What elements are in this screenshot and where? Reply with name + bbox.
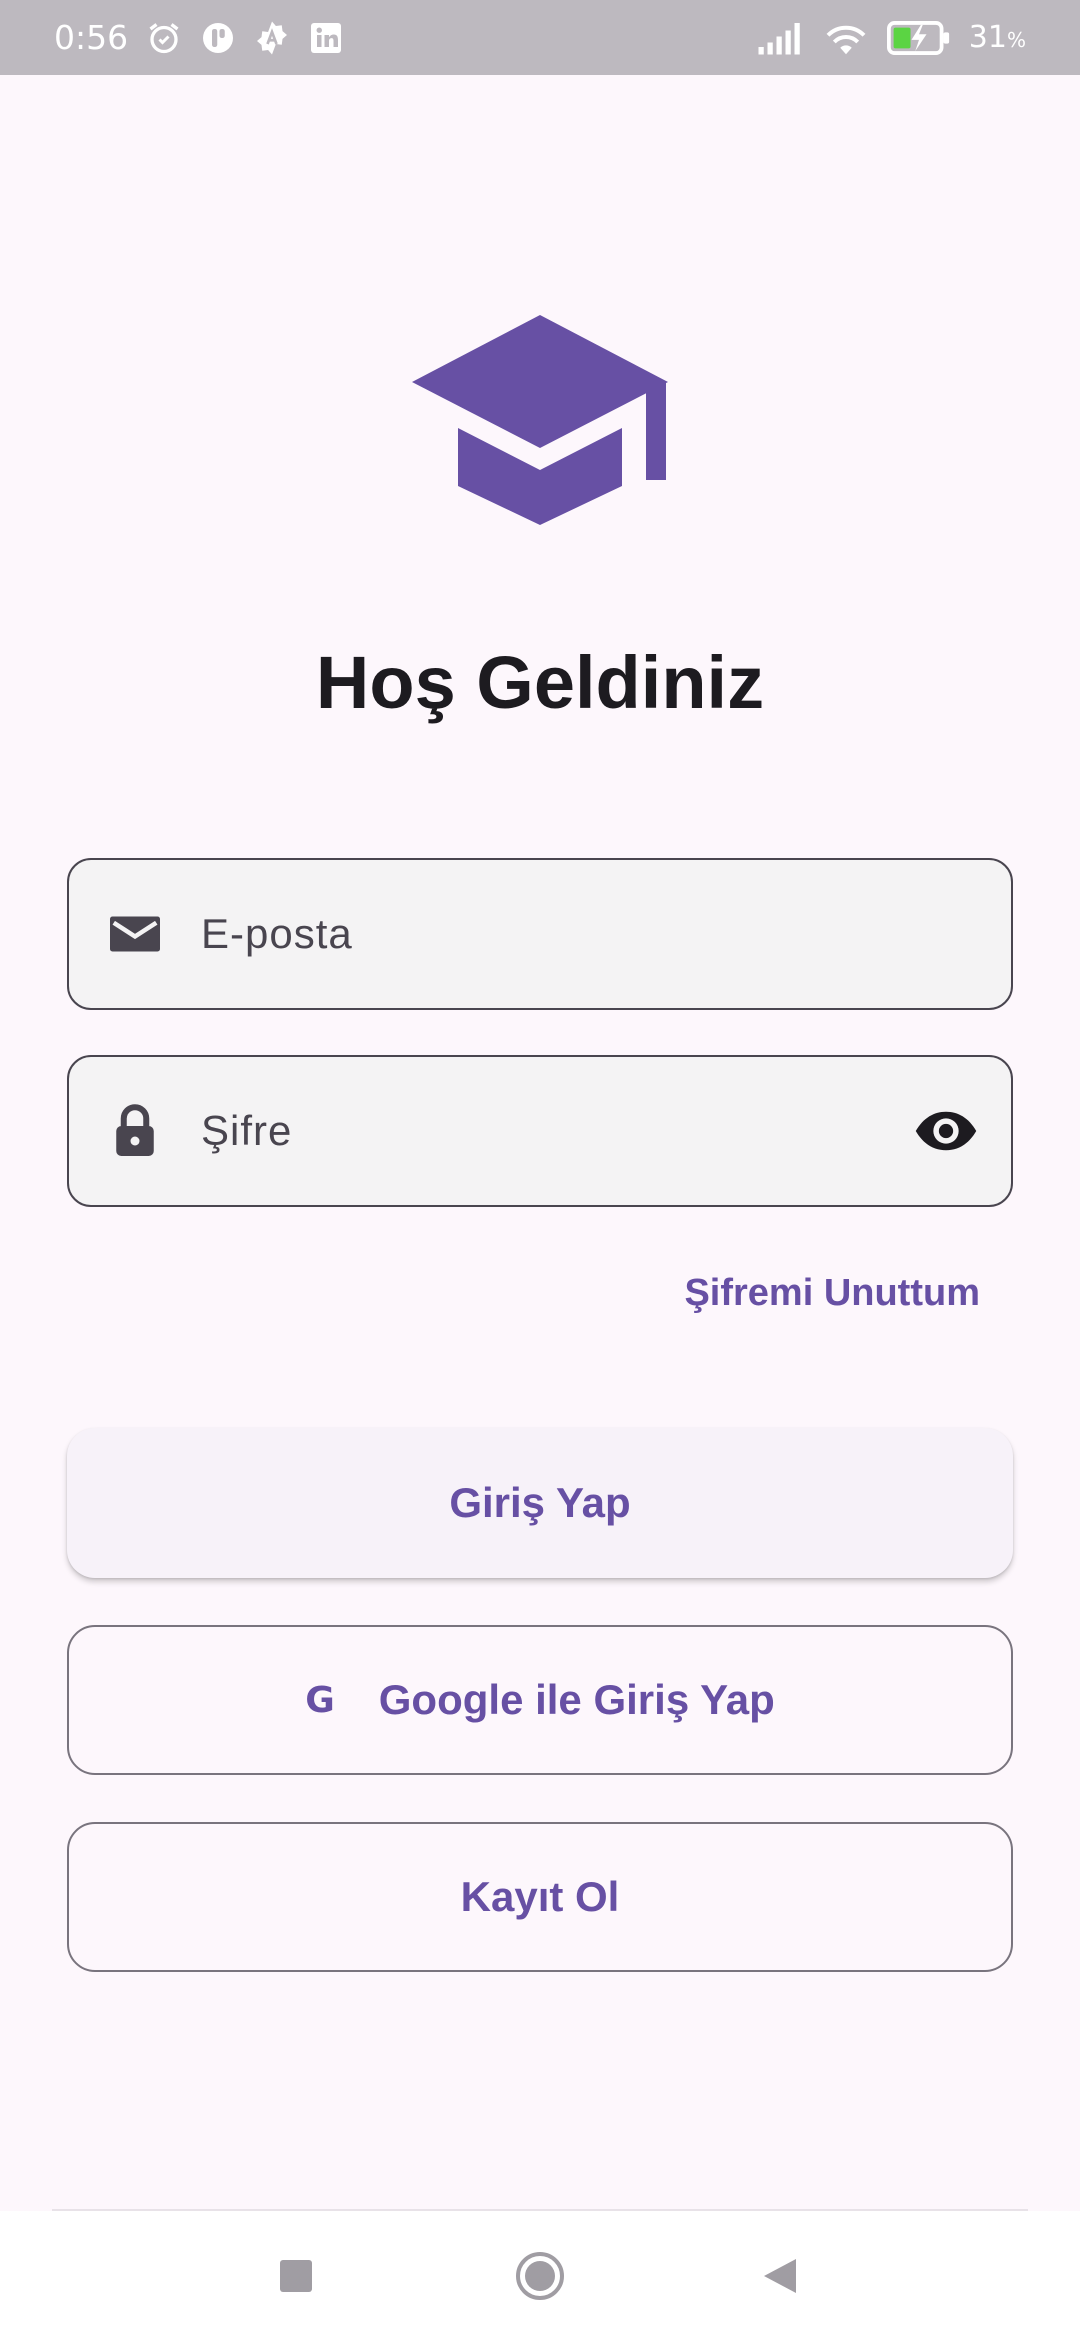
- battery-charging-icon: [886, 20, 949, 55]
- status-left: 0:56: [54, 18, 344, 57]
- recents-square-icon[interactable]: [271, 2251, 321, 2301]
- password-field[interactable]: Şifre: [67, 1055, 1013, 1207]
- navigation-bar: [0, 2211, 1080, 2340]
- register-button-label: Kayıt Ol: [460, 1873, 620, 1920]
- login-button[interactable]: Giriş Yap: [67, 1428, 1013, 1578]
- gear-a-icon: [257, 21, 288, 54]
- wifi-icon: [826, 25, 866, 54]
- register-button[interactable]: Kayıt Ol: [67, 1822, 1013, 1972]
- status-right: 31%: [757, 20, 1026, 56]
- linkedin-icon: [311, 22, 342, 53]
- eye-icon[interactable]: [913, 1098, 979, 1164]
- login-button-label: Giriş Yap: [449, 1479, 631, 1526]
- home-circle-icon[interactable]: [515, 2251, 565, 2301]
- graduation-cap-icon: [412, 315, 668, 525]
- password-placeholder: Şifre: [201, 1107, 293, 1154]
- google-login-label: Google ile Giriş Yap: [378, 1676, 775, 1723]
- google-login-button[interactable]: G Google ile Giriş Yap: [67, 1625, 1013, 1775]
- mail-icon: [110, 916, 160, 952]
- lock-icon: [116, 1104, 154, 1156]
- status-bar: 0:56 31%: [0, 0, 1080, 75]
- back-triangle-icon[interactable]: [756, 2251, 806, 2301]
- email-field[interactable]: E-posta: [67, 858, 1013, 1010]
- google-icon: G: [305, 1679, 335, 1721]
- app-notification-icon: [203, 22, 234, 53]
- status-time: 0:56: [54, 18, 129, 57]
- signal-icon: [758, 22, 800, 54]
- battery-percent: 31%: [968, 20, 1026, 55]
- forgot-password-link[interactable]: Şifremi Unuttum: [684, 1272, 980, 1315]
- alarm-icon: [149, 22, 179, 53]
- email-placeholder: E-posta: [201, 910, 353, 957]
- page-title: Hoş Geldiniz: [315, 641, 765, 724]
